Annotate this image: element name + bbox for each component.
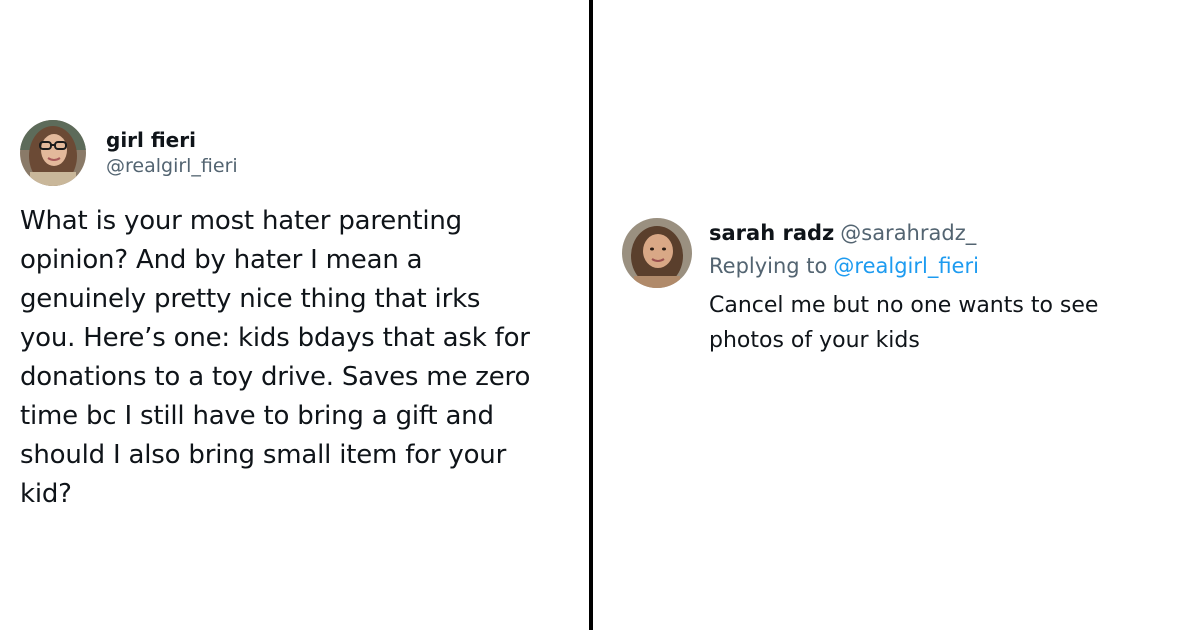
reply-tweet: sarah radz @sarahradz_ Replying to @realgi… [622,218,1182,358]
avatar-icon[interactable] [20,120,86,186]
author-display-name[interactable]: girl fieri [106,127,238,153]
replying-to-label: Replying to [709,254,828,278]
tweet-header: girl fieri @realgirl_fieri [20,120,580,186]
reply-author-display-name[interactable]: sarah radz [709,221,834,245]
author-info: girl fieri @realgirl_fieri [106,127,238,179]
reply-author-line: sarah radz @sarahradz_ [709,218,1159,248]
replying-to-line: Replying to @realgirl_fieri [709,248,1159,284]
meme-canvas: girl fieri @realgirl_fieri What is your … [0,0,1200,630]
profile-photo-icon [622,218,692,288]
reply-author-handle[interactable]: @sarahradz_ [840,221,976,245]
avatar-icon[interactable] [622,218,692,288]
reply-text: Cancel me but no one wants to see photos… [709,293,1099,353]
panel-divider [589,0,593,630]
original-tweet: girl fieri @realgirl_fieri What is your … [20,120,580,514]
profile-photo-icon [20,120,86,186]
author-handle[interactable]: @realgirl_fieri [106,153,238,179]
reply-content: sarah radz @sarahradz_ Replying to @realgi… [709,218,1159,358]
tweet-text: What is your most hater parenting opinio… [20,206,531,509]
replying-to-mention-link[interactable]: @realgirl_fieri [833,254,979,278]
